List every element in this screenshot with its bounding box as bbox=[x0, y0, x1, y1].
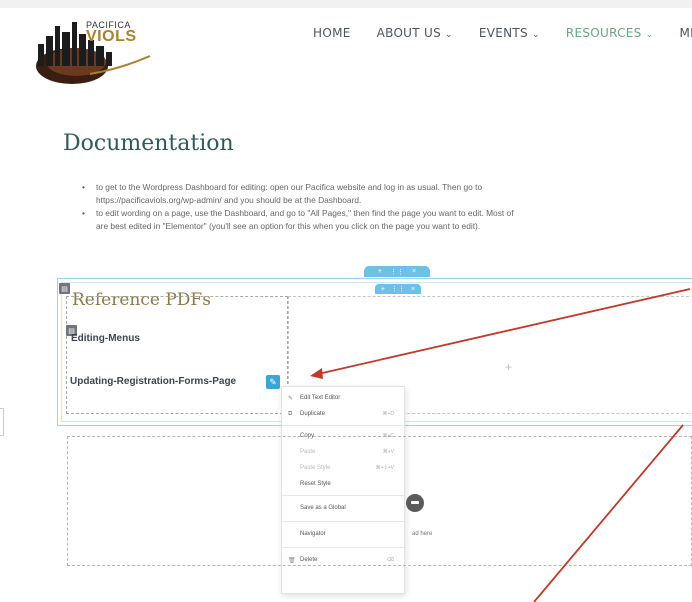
instructions-list: to get to the Wordpress Dashboard for ed… bbox=[82, 181, 692, 233]
pencil-icon: ✎ bbox=[288, 395, 294, 402]
nav-events[interactable]: EVENTS ⌄ bbox=[479, 26, 540, 40]
top-border bbox=[0, 0, 692, 8]
drag-widget-text: ad here bbox=[412, 531, 433, 537]
drag-handle-icon[interactable]: ⋮⋮ bbox=[391, 285, 405, 293]
pencil-icon[interactable]: ✎ bbox=[266, 375, 280, 389]
page-title: Documentation bbox=[63, 131, 234, 156]
menu-shortcut: ⌘+D bbox=[382, 411, 394, 417]
column-left[interactable] bbox=[66, 296, 288, 414]
chevron-down-icon: ⌄ bbox=[445, 30, 453, 40]
menu-divider bbox=[282, 425, 404, 426]
pdf-link-updating-registration[interactable]: Updating-Registration-Forms-Page bbox=[70, 376, 242, 387]
nav-about-us[interactable]: ABOUT US ⌄ bbox=[377, 26, 453, 40]
menu-item-label: Duplicate bbox=[300, 411, 326, 417]
menu-item-edit[interactable]: ✎ Edit Text Editor bbox=[282, 391, 404, 405]
panel-toggle[interactable] bbox=[0, 408, 4, 436]
nav-members[interactable]: MEMB bbox=[679, 26, 692, 40]
section-handle[interactable]: + ⋮⋮ × bbox=[364, 266, 430, 277]
nav-home-label: HOME bbox=[313, 26, 351, 40]
nav-resources-label: RESOURCES bbox=[565, 26, 642, 40]
nav-events-label: EVENTS bbox=[478, 26, 528, 40]
logo-line2: VIOLS bbox=[86, 28, 137, 45]
duplicate-icon: ⧉ bbox=[288, 410, 293, 417]
main-nav: HOME ABOUT US⌄ EVENTS⌄ RESOURCES⌄ MEMB bbox=[313, 26, 692, 40]
nav-home[interactable]: HOME bbox=[313, 26, 351, 40]
chevron-down-icon: ⌄ bbox=[645, 30, 654, 40]
bullet-item-cont: https://pacificaviols.org/wp-admin/ and … bbox=[96, 195, 362, 205]
menu-item-duplicate[interactable]: ⧉ Duplicate ⌘+D bbox=[282, 407, 404, 421]
nav-members-label: MEMB bbox=[679, 26, 692, 40]
close-icon[interactable]: × bbox=[412, 268, 416, 275]
empty-section-dropzone[interactable] bbox=[67, 436, 692, 566]
add-section-icon[interactable] bbox=[406, 494, 424, 512]
nav-resources[interactable]: RESOURCES ⌄ bbox=[566, 26, 654, 40]
bullet-item-cont: are best edited in "Elementor" (you'll s… bbox=[96, 221, 481, 231]
bullet-item: to edit wording on a page, use the Dashb… bbox=[82, 207, 692, 220]
add-element-icon[interactable]: + bbox=[505, 360, 512, 374]
chevron-down-icon: ⌄ bbox=[531, 30, 540, 40]
nav-about-us-label: ABOUT US bbox=[376, 26, 442, 40]
edit-section-icon[interactable]: ▤ bbox=[59, 283, 70, 294]
inner-section-handle[interactable]: + ⋮⋮ × bbox=[375, 284, 421, 294]
bullet-item: to get to the Wordpress Dashboard for ed… bbox=[82, 181, 692, 194]
add-icon[interactable]: + bbox=[378, 268, 382, 275]
close-icon[interactable]: × bbox=[411, 286, 415, 293]
drag-handle-icon[interactable]: ⋮⋮ bbox=[390, 268, 404, 276]
menu-item-label: Edit Text Editor bbox=[300, 395, 341, 401]
logo-text: PACIFICA VIOLS bbox=[86, 20, 137, 46]
pdf-link-editing-menus[interactable]: Editing-Menus bbox=[71, 333, 140, 344]
add-icon[interactable]: + bbox=[381, 286, 385, 293]
